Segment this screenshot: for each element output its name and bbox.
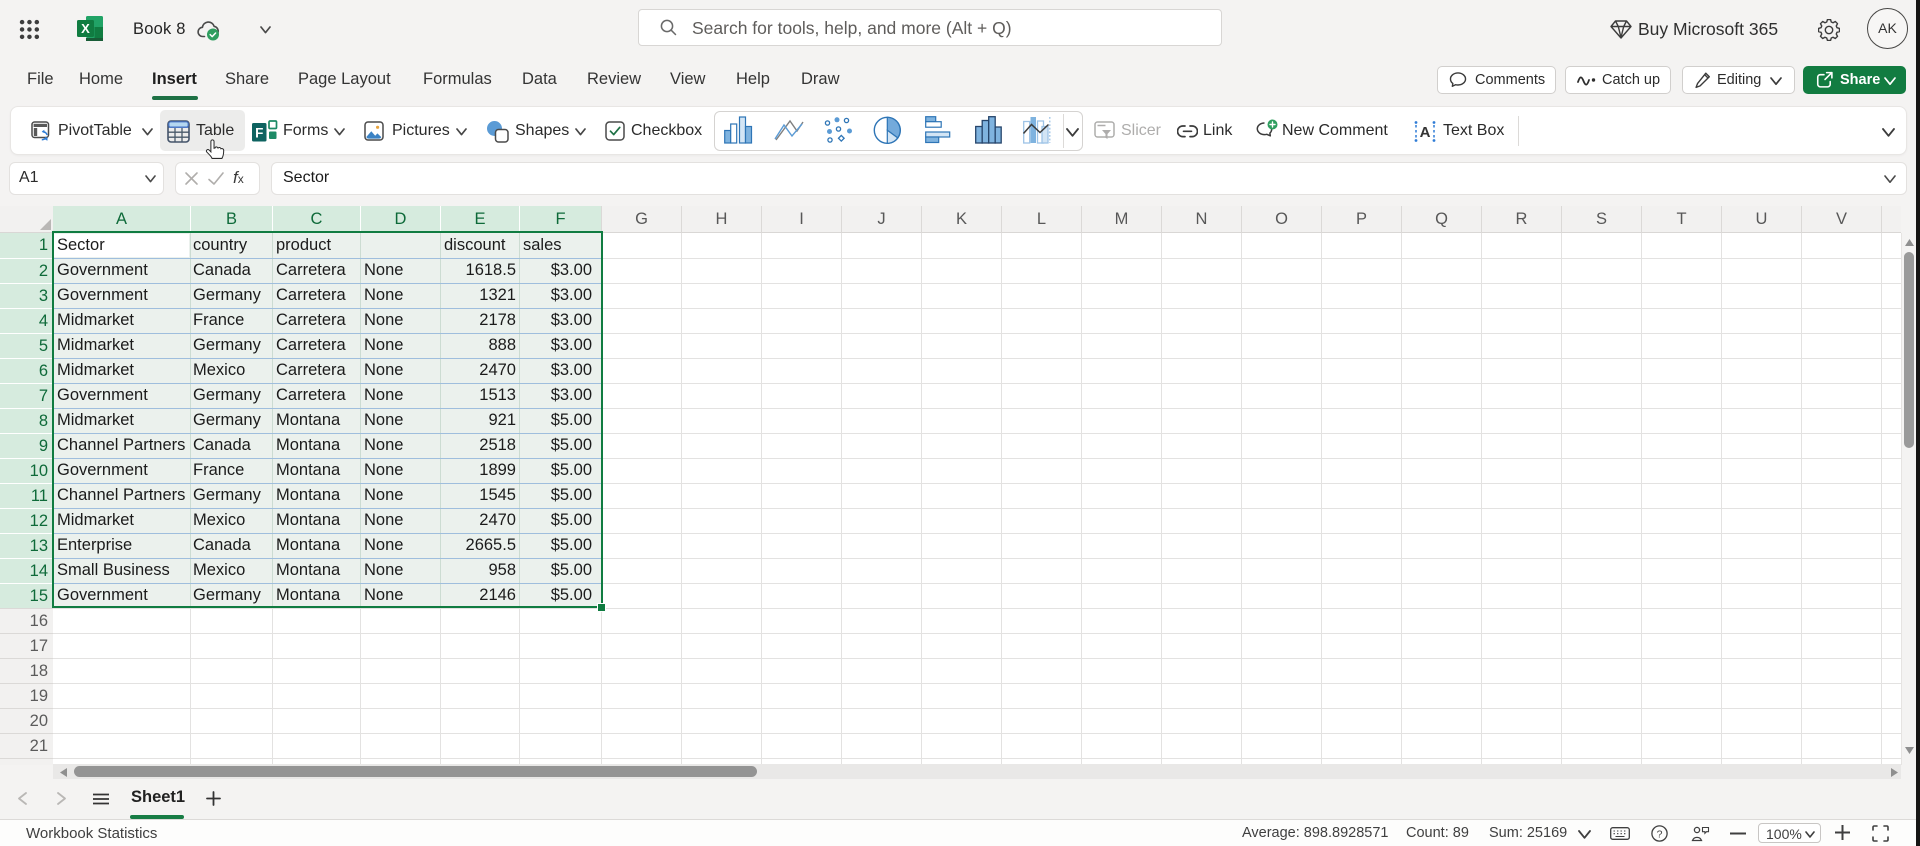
svg-text:F: F [255, 126, 263, 141]
svg-text:X: X [81, 21, 90, 36]
svg-text:?: ? [1657, 828, 1663, 840]
svg-text:A: A [1420, 124, 1431, 141]
